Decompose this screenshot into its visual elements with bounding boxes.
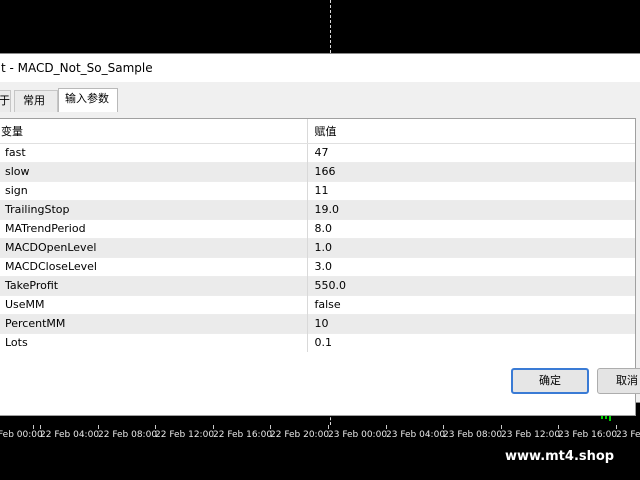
table-row[interactable]: PercentMM 10	[0, 313, 635, 333]
row-name-cell: slow	[0, 161, 308, 181]
row-name-cell: Lots	[0, 332, 308, 352]
mt4-terminal-window: t - MACD_Not_So_Sample 于 常用 输入参数 变量 赋值 f…	[0, 0, 640, 480]
tab-inputs[interactable]: 输入参数	[58, 88, 118, 112]
time-label: 22 Feb 08:00	[98, 430, 158, 440]
time-label: 22 Feb 04:00	[40, 430, 100, 440]
axis-tick	[386, 425, 387, 429]
table-row[interactable]: MACDCloseLevel 3.0	[0, 256, 635, 276]
inputs-table-body: fast 47 slow 166 sign 11 TrailingStop 19.0 M…	[0, 142, 635, 352]
row-name: MACDCloseLevel	[5, 260, 97, 273]
row-name: fast	[5, 146, 26, 159]
chart-period-separator	[330, 0, 331, 53]
axis-tick	[213, 425, 214, 429]
axis-tick	[558, 425, 559, 429]
row-value[interactable]: 166	[307, 161, 635, 181]
row-name: UseMM	[5, 298, 45, 311]
row-name-cell: PercentMM	[0, 313, 308, 333]
axis-tick	[616, 425, 617, 429]
axis-tick	[40, 425, 41, 429]
dialog-tabs: 于 常用 输入参数	[0, 88, 640, 112]
row-name: TrailingStop	[5, 203, 70, 216]
row-name-cell: fast	[0, 142, 308, 162]
row-name-cell: TakeProfit	[0, 275, 308, 295]
table-header-row: 变量 赋值	[0, 119, 635, 144]
time-label: 23 Feb 04:00	[386, 430, 446, 440]
row-name: MATrendPeriod	[5, 222, 86, 235]
ok-button[interactable]: 确定	[511, 368, 589, 394]
row-value[interactable]: 47	[307, 142, 635, 162]
time-label: 23 Feb 00:00	[328, 430, 388, 440]
row-value[interactable]: 3.0	[307, 256, 635, 276]
time-label: 23 Feb 20:00	[616, 430, 640, 440]
table-row[interactable]: Lots 0.1	[0, 332, 635, 352]
table-row[interactable]: TakeProfit 550.0	[0, 275, 635, 295]
axis-tick	[328, 425, 329, 429]
axis-tick	[443, 425, 444, 429]
table-row[interactable]: sign 11	[0, 180, 635, 200]
column-header-variable[interactable]: 变量	[0, 119, 308, 144]
time-label: 22 Feb 16:00	[213, 430, 273, 440]
axis-tick	[155, 425, 156, 429]
expert-properties-dialog: t - MACD_Not_So_Sample 于 常用 输入参数 变量 赋值 f…	[0, 53, 640, 416]
row-value[interactable]: 1.0	[307, 237, 635, 257]
axis-tick	[98, 425, 99, 429]
row-value[interactable]: false	[307, 294, 635, 314]
row-value[interactable]: 11	[307, 180, 635, 200]
row-value[interactable]: 550.0	[307, 275, 635, 295]
axis-tick	[33, 425, 34, 429]
row-name-cell: MACDOpenLevel	[0, 237, 308, 257]
chart-time-axis: Feb 00:00 22 Feb 04:00 22 Feb 08:00 22 F…	[0, 425, 640, 445]
tab-common[interactable]: 常用	[14, 90, 58, 112]
table-row[interactable]: TrailingStop 19.0	[0, 199, 635, 219]
time-label: 22 Feb 12:00	[155, 430, 215, 440]
time-label: Feb 00:00	[0, 430, 43, 440]
table-row[interactable]: MATrendPeriod 8.0	[0, 218, 635, 238]
time-label: 22 Feb 20:00	[270, 430, 330, 440]
time-label: 23 Feb 16:00	[558, 430, 618, 440]
time-label: 23 Feb 12:00	[501, 430, 561, 440]
row-value[interactable]: 10	[307, 313, 635, 333]
row-name: Lots	[5, 336, 28, 350]
tab-about[interactable]: 于	[0, 90, 11, 112]
time-label: 23 Feb 08:00	[443, 430, 503, 440]
row-name-cell: sign	[0, 180, 308, 200]
row-name: slow	[5, 165, 30, 178]
row-name-cell: UseMM	[0, 294, 308, 314]
row-name-cell: MACDCloseLevel	[0, 256, 308, 276]
cancel-button[interactable]: 取消	[597, 368, 640, 394]
axis-tick	[270, 425, 271, 429]
row-value[interactable]: 8.0	[307, 218, 635, 238]
column-header-variable-label: 变量	[1, 124, 23, 138]
row-name: TakeProfit	[5, 279, 59, 292]
table-row[interactable]: slow 166	[0, 161, 635, 181]
row-name-cell: TrailingStop	[0, 199, 308, 219]
dialog-titlebar[interactable]: t - MACD_Not_So_Sample	[0, 54, 640, 82]
watermark: www.mt4.shop	[496, 446, 636, 468]
axis-tick	[501, 425, 502, 429]
table-row[interactable]: UseMM false	[0, 294, 635, 314]
dialog-title: t - MACD_Not_So_Sample	[1, 61, 153, 75]
table-row[interactable]: fast 47	[0, 142, 635, 162]
table-row[interactable]: MACDOpenLevel 1.0	[0, 237, 635, 257]
row-name: PercentMM	[5, 317, 66, 330]
column-header-value[interactable]: 赋值	[307, 119, 635, 144]
row-value[interactable]: 19.0	[307, 199, 635, 219]
row-name-cell: MATrendPeriod	[0, 218, 308, 238]
inputs-table: 变量 赋值 fast 47 slow 166 sign 11 TrailingStop…	[0, 119, 635, 352]
row-value[interactable]: 0.1	[307, 332, 635, 352]
row-name: sign	[5, 184, 28, 197]
row-name: MACDOpenLevel	[5, 241, 97, 254]
